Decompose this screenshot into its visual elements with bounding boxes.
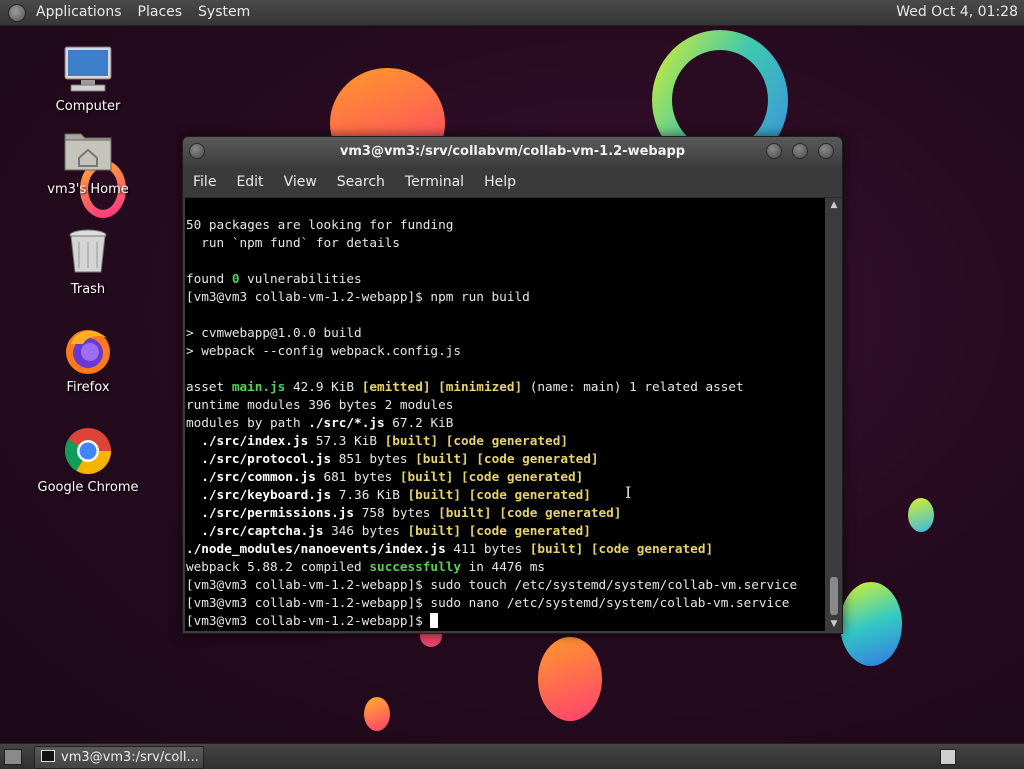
menu-places[interactable]: Places (130, 0, 191, 25)
terminal-line: > webpack --config webpack.config.js (186, 343, 461, 358)
workspace-switcher[interactable] (940, 749, 956, 765)
terminal-line: [vm3@vm3 collab-vm-1.2-webapp]$ npm run … (186, 289, 530, 304)
maximize-button[interactable] (792, 143, 808, 159)
menu-system[interactable]: System (190, 0, 258, 25)
terminal-line: ./src/common.js 681 bytes [built] [code … (201, 469, 584, 484)
terminal-cursor (430, 613, 439, 628)
wallpaper-small-orange (364, 697, 390, 731)
clock[interactable]: Wed Oct 4, 01:28 (896, 0, 1018, 25)
window-titlebar[interactable]: vm3@vm3:/srv/collabvm/collab-vm-1.2-weba… (183, 137, 842, 167)
bottom-panel: vm3@vm3:/srv/coll... (0, 743, 1024, 769)
terminal-line: modules by path ./src/*.js 67.2 KiB (186, 415, 454, 430)
terminal-output[interactable]: 50 packages are looking for funding run … (185, 198, 825, 631)
window-title: vm3@vm3:/srv/collabvm/collab-vm-1.2-weba… (339, 144, 686, 159)
menu-view[interactable]: View (274, 174, 327, 190)
window-menubar: File Edit View Search Terminal Help (183, 167, 842, 198)
terminal-line: ./src/permissions.js 758 bytes [built] [… (201, 505, 622, 520)
desktop-icon-label: vm3's Home (47, 182, 129, 197)
minimize-button[interactable] (766, 143, 782, 159)
desktop-icon-label: Google Chrome (37, 480, 139, 495)
computer-icon (63, 45, 113, 95)
terminal-line: 50 packages are looking for funding (186, 217, 454, 232)
home-folder-icon (63, 128, 113, 178)
terminal-line: ./src/index.js 57.3 KiB [built] [code ge… (201, 433, 568, 448)
terminal-line: ./node_modules/nanoevents/index.js 411 b… (186, 541, 714, 556)
terminal-line: [vm3@vm3 collab-vm-1.2-webapp]$ sudo tou… (186, 577, 798, 592)
menu-help[interactable]: Help (474, 174, 526, 190)
terminal-line: [vm3@vm3 collab-vm-1.2-webapp]$ sudo nan… (186, 595, 790, 610)
menu-search[interactable]: Search (327, 174, 395, 190)
wallpaper-pink-bubble (538, 637, 602, 721)
top-panel: Applications Places System Wed Oct 4, 01… (0, 0, 1024, 26)
terminal-line: found 0 vulnerabilities (186, 271, 362, 286)
desktop-icon-label: Computer (55, 99, 121, 114)
show-desktop-icon[interactable] (4, 749, 22, 765)
terminal-scrollbar[interactable]: ▲ ▼ (828, 198, 840, 631)
terminal-icon (41, 750, 55, 762)
close-button[interactable] (818, 143, 834, 159)
wallpaper-blue-dot (908, 498, 934, 532)
desktop-icon-label: Trash (70, 282, 106, 297)
terminal-line: ./src/protocol.js 851 bytes [built] [cod… (201, 451, 599, 466)
taskbar-button-terminal[interactable]: vm3@vm3:/srv/coll... (34, 746, 204, 769)
desktop-icon-label: Firefox (66, 380, 110, 395)
terminal-line: run `npm fund` for details (186, 235, 400, 250)
mouse-ibeam-cursor-icon: I (625, 483, 632, 502)
menu-edit[interactable]: Edit (226, 174, 273, 190)
chrome-icon (63, 426, 113, 476)
terminal-line: runtime modules 396 bytes 2 modules (186, 397, 454, 412)
desktop-icon-trash[interactable]: Trash (33, 228, 143, 297)
menu-terminal[interactable]: Terminal (395, 174, 474, 190)
menu-file[interactable]: File (183, 174, 226, 190)
scroll-down-arrow-icon[interactable]: ▼ (828, 617, 840, 631)
terminal-window[interactable]: vm3@vm3:/srv/collabvm/collab-vm-1.2-weba… (182, 136, 843, 634)
scroll-up-arrow-icon[interactable]: ▲ (828, 198, 840, 212)
terminal-line: webpack 5.88.2 compiled successfully in … (186, 559, 546, 574)
terminal-line: > cvmwebapp@1.0.0 build (186, 325, 362, 340)
taskbar-button-label: vm3@vm3:/srv/coll... (61, 750, 199, 765)
gnome-foot-icon[interactable] (8, 3, 26, 22)
terminal-line: asset main.js 42.9 KiB [emitted] [minimi… (186, 379, 744, 394)
desktop-icon-home[interactable]: vm3's Home (33, 128, 143, 197)
terminal-line: ./src/keyboard.js 7.36 KiB [built] [code… (201, 487, 591, 502)
wallpaper-blue-bubble (840, 582, 902, 666)
desktop-icon-computer[interactable]: Computer (33, 45, 143, 114)
desktop-icon-firefox[interactable]: Firefox (33, 326, 143, 395)
firefox-icon (63, 326, 113, 376)
trash-icon (63, 228, 113, 278)
menu-applications[interactable]: Applications (28, 0, 130, 25)
terminal-line: [vm3@vm3 collab-vm-1.2-webapp]$ (186, 612, 825, 630)
terminal-line: ./src/captcha.js 346 bytes [built] [code… (201, 523, 591, 538)
scrollbar-thumb[interactable] (830, 577, 838, 615)
window-menu-button[interactable] (189, 143, 205, 159)
desktop-icon-chrome[interactable]: Google Chrome (33, 426, 143, 495)
